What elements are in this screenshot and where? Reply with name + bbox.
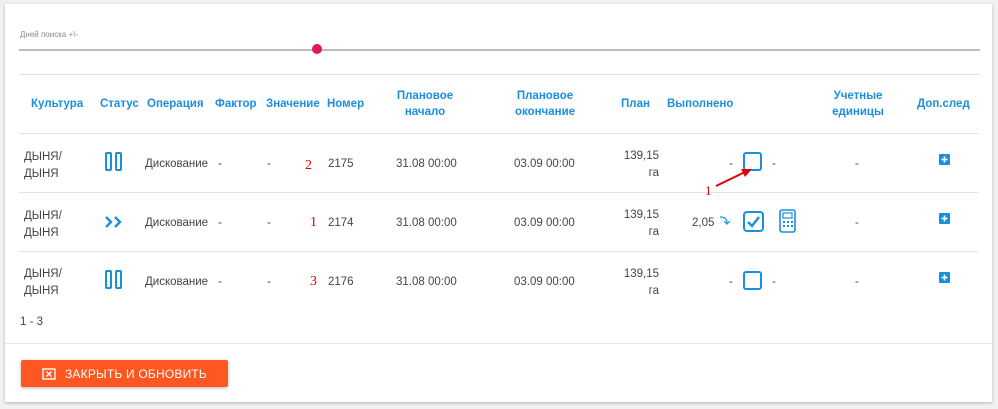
plan-end-cell: 03.09 00:00 (514, 158, 575, 170)
number-cell: 2176 (328, 276, 354, 288)
annotation-number: 3 (310, 274, 317, 289)
col-done[interactable]: Выполнено (667, 96, 733, 112)
col-plan-end[interactable]: Плановое окончание (505, 88, 585, 120)
col-factor[interactable]: Фактор (215, 96, 257, 112)
col-units-line1: Учетные (833, 90, 883, 102)
calculator-icon[interactable] (779, 209, 797, 233)
col-units-line2: единицы (832, 106, 884, 118)
row-divider (19, 251, 979, 252)
culture-line2: ДЫНЯ (24, 227, 59, 239)
plan-value: 139,15 (623, 209, 659, 221)
fast-forward-icon[interactable] (104, 215, 124, 229)
row-divider (19, 192, 979, 193)
done-checkbox-checked[interactable] (743, 211, 764, 232)
factor-cell: - (218, 158, 222, 170)
units-cell: - (855, 217, 859, 229)
operation-cell: Дискование (145, 158, 209, 170)
done-after: - (772, 276, 776, 288)
culture-line1: ДЫНЯ/ (24, 210, 62, 222)
done-after: - (772, 158, 776, 170)
done-value: - (729, 158, 733, 170)
done-checkbox[interactable] (743, 152, 762, 171)
plan-value: 139,15 (623, 268, 659, 280)
value-cell: - (267, 217, 271, 229)
plan-end-cell: 03.09 00:00 (514, 217, 575, 229)
plan-unit: га (648, 226, 659, 238)
col-value[interactable]: Значение (266, 96, 320, 112)
plus-icon[interactable] (939, 272, 950, 283)
col-plan-start-line2: начало (404, 106, 446, 118)
footer-divider (5, 343, 992, 344)
units-cell: - (855, 276, 859, 288)
col-number[interactable]: Номер (327, 96, 364, 112)
annotation-number: 2 (305, 158, 312, 173)
plan-cell: 139,15 га (619, 266, 659, 300)
number-cell: 2175 (328, 158, 354, 170)
plan-start-cell: 31.08 00:00 (396, 158, 457, 170)
culture-line1: ДЫНЯ/ (24, 268, 62, 280)
pause-icon[interactable] (105, 270, 123, 290)
plan-end-cell: 03.09 00:00 (514, 276, 575, 288)
slider-thumb[interactable] (312, 44, 322, 54)
done-checkbox[interactable] (743, 271, 762, 290)
plan-value: 139,15 (623, 150, 659, 162)
plus-icon[interactable] (939, 154, 950, 165)
close-and-refresh-button[interactable]: ЗАКРЫТЬ И ОБНОВИТЬ (21, 360, 228, 387)
pagination-range: 1 - 3 (20, 316, 44, 328)
plan-start-cell: 31.08 00:00 (396, 217, 457, 229)
col-plan[interactable]: План (621, 96, 650, 112)
plus-icon[interactable] (939, 213, 950, 224)
culture-cell: ДЫНЯ/ ДЫНЯ (24, 266, 62, 300)
pause-icon[interactable] (105, 152, 123, 172)
factor-cell: - (218, 276, 222, 288)
col-extra[interactable]: Доп.след (917, 96, 970, 112)
col-operation[interactable]: Операция (147, 96, 204, 112)
value-cell: - (267, 158, 271, 170)
plan-start-cell: 31.08 00:00 (396, 276, 457, 288)
col-plan-end-line2: окончание (514, 106, 576, 118)
done-value: - (729, 276, 733, 288)
header-divider (19, 133, 979, 134)
plan-cell: 139,15 га (619, 207, 659, 241)
col-status[interactable]: Статус (100, 96, 139, 112)
number-cell: 2174 (328, 217, 354, 229)
return-arrow-icon[interactable] (718, 213, 732, 227)
operation-cell: Дискование (145, 276, 209, 288)
annotation-number: 1 (310, 215, 317, 230)
culture-cell: ДЫНЯ/ ДЫНЯ (24, 208, 62, 242)
col-units[interactable]: Учетные единицы (825, 88, 891, 120)
col-plan-end-line1: Плановое (516, 90, 574, 102)
culture-line1: ДЫНЯ/ (24, 151, 62, 163)
col-plan-start-line1: Плановое (396, 90, 454, 102)
close-and-refresh-label: ЗАКРЫТЬ И ОБНОВИТЬ (64, 366, 207, 381)
culture-line2: ДЫНЯ (24, 285, 59, 297)
culture-line2: ДЫНЯ (24, 168, 59, 180)
annotation-arrow-label: 1 (705, 183, 712, 198)
main-card: Дней поиска +\- Культура Статус Операция… (5, 4, 992, 402)
operation-cell: Дискование (145, 217, 209, 229)
slider-label: Дней поиска +\- (20, 30, 79, 39)
slider-track[interactable] (19, 49, 980, 51)
plan-unit: га (648, 167, 659, 179)
plan-cell: 139,15 га (619, 148, 659, 182)
done-value: 2,05 (692, 217, 715, 229)
table-top-divider (19, 74, 979, 75)
plan-unit: га (648, 285, 659, 297)
close-box-icon (42, 367, 56, 380)
units-cell: - (855, 158, 859, 170)
col-culture[interactable]: Культура (31, 96, 83, 112)
value-cell: - (267, 276, 271, 288)
col-plan-start[interactable]: Плановое начало (390, 88, 460, 120)
factor-cell: - (218, 217, 222, 229)
culture-cell: ДЫНЯ/ ДЫНЯ (24, 149, 62, 183)
